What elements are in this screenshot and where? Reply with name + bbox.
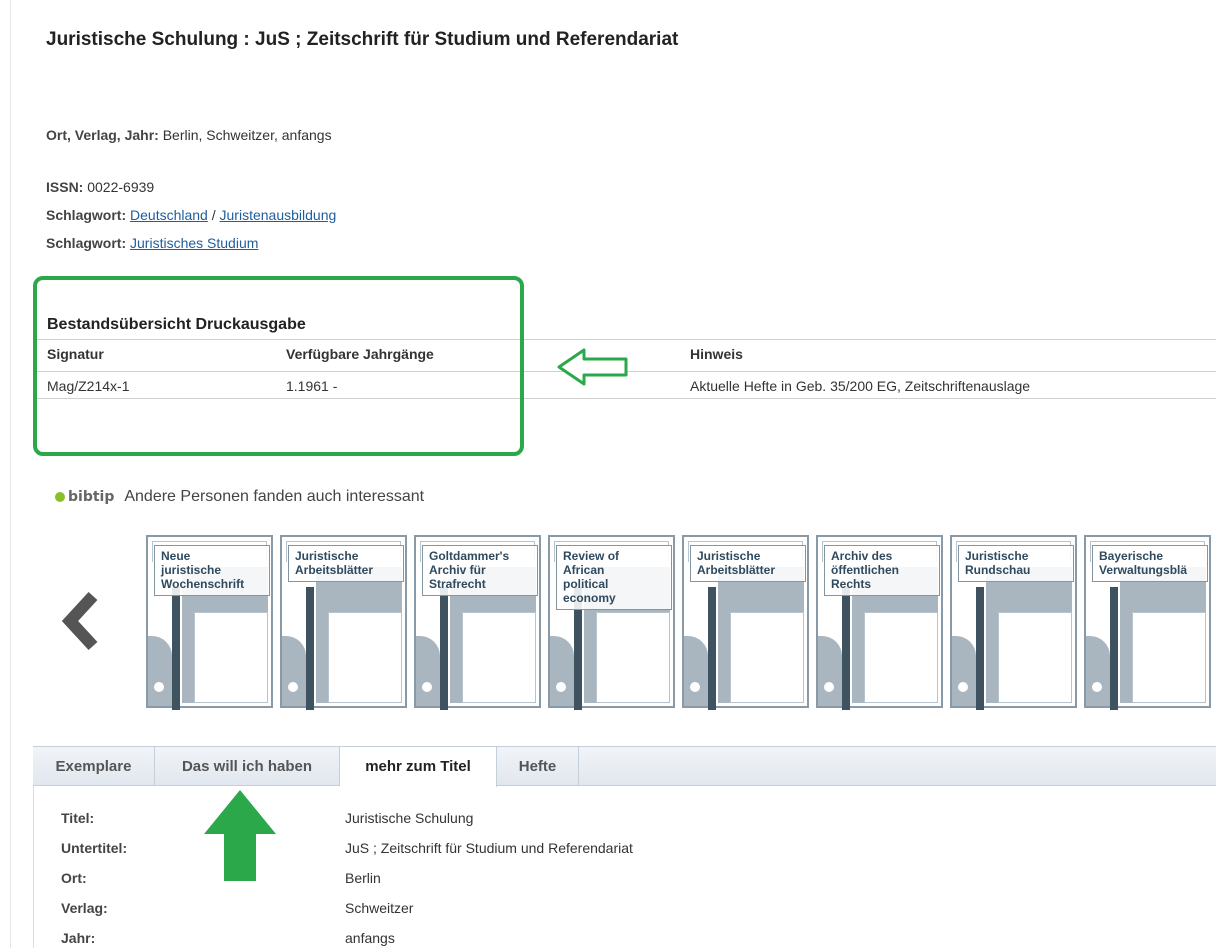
detail-key-ort: Ort: xyxy=(61,870,87,886)
detail-key-untertitel: Untertitel: xyxy=(61,840,128,856)
recommendation-carousel: Neue juristische Wochenschrift Juristisc… xyxy=(146,535,1216,710)
cover-ring xyxy=(282,636,306,706)
subject-link-deutschland[interactable]: Deutschland xyxy=(130,207,208,223)
cover-spine xyxy=(306,587,314,710)
subject-label: Schlagwort: xyxy=(46,235,127,251)
cover-ring xyxy=(148,636,172,706)
cover-shade xyxy=(584,612,596,703)
cover-panel xyxy=(998,612,1072,703)
cover-hole xyxy=(422,682,432,692)
subject-row: Schlagwort: Juristisches Studium xyxy=(46,235,258,251)
holdings-cell-hinweis: Aktuelle Hefte in Geb. 35/200 EG, Zeitsc… xyxy=(690,378,1031,394)
subject-link-juristisches-studium[interactable]: Juristisches Studium xyxy=(130,235,258,251)
page-left-border xyxy=(10,0,11,948)
cover-hole xyxy=(154,682,164,692)
tab-mehr-zum-titel[interactable]: mehr zum Titel xyxy=(340,747,497,787)
detail-value-verlag: Schweitzer xyxy=(345,900,414,916)
recommendations-header: bibtip Andere Personen fanden auch inter… xyxy=(55,488,424,506)
issn: ISSN: 0022-6939 xyxy=(46,179,154,195)
tab-das-will-ich-haben[interactable]: Das will ich haben xyxy=(155,747,340,786)
recommendation-item[interactable]: Neue juristische Wochenschrift xyxy=(146,535,273,710)
detail-value-untertitel: JuS ; Zeitschrift für Studium und Refere… xyxy=(345,840,633,856)
arrow-up-icon xyxy=(204,790,276,881)
recommendation-item[interactable]: Juristische Arbeitsblätter xyxy=(682,535,809,710)
recommendation-item[interactable]: Archiv des öffentlichen Rechts xyxy=(816,535,943,710)
recommendation-title: Review of African political economy xyxy=(556,545,672,610)
recommendation-item[interactable]: Review of African political economy xyxy=(548,535,675,710)
recommendation-item[interactable]: Juristische Rundschau xyxy=(950,535,1077,710)
cover-hole xyxy=(1092,682,1102,692)
cover-hole xyxy=(824,682,834,692)
publication-info-value: Berlin, Schweitzer, anfangs xyxy=(158,127,332,143)
holdings-header-hinweis: Hinweis xyxy=(690,346,743,362)
recommendation-title: Juristische Rundschau xyxy=(958,545,1074,582)
recommendation-item[interactable]: Juristische Arbeitsblätter xyxy=(280,535,407,710)
recommendation-title: Juristische Arbeitsblätter xyxy=(690,545,806,582)
subject-label: Schlagwort: xyxy=(46,207,127,223)
bibtip-dot-icon xyxy=(55,492,65,502)
recommendation-title: Neue juristische Wochenschrift xyxy=(154,545,270,596)
cover-panel xyxy=(730,612,804,703)
cover-spine xyxy=(172,587,180,710)
cover-shade xyxy=(986,612,998,703)
cover-panel xyxy=(328,612,402,703)
cover-hole xyxy=(556,682,566,692)
recommendation-item[interactable]: Goltdammer's Archiv für Strafrecht xyxy=(414,535,541,710)
cover-shade xyxy=(450,612,462,703)
cover-panel xyxy=(194,612,268,703)
subject-row: Schlagwort: Deutschland / Juristenausbil… xyxy=(46,207,336,223)
cover-hole xyxy=(690,682,700,692)
highlight-box xyxy=(33,276,524,456)
cover-spine xyxy=(440,587,448,710)
cover-ring xyxy=(684,636,708,706)
cover-panel xyxy=(864,612,938,703)
arrow-left-icon xyxy=(557,348,628,386)
bibtip-logo-text: bibtip xyxy=(68,489,115,505)
cover-spine xyxy=(708,587,716,710)
cover-shade xyxy=(182,612,194,703)
bibtip-logo: bibtip xyxy=(55,489,114,505)
detail-key-verlag: Verlag: xyxy=(61,900,108,916)
detail-key-titel: Titel: xyxy=(61,810,95,826)
publication-info: Ort, Verlag, Jahr: Berlin, Schweitzer, a… xyxy=(46,127,332,143)
issn-label: ISSN: xyxy=(46,179,84,195)
detail-value-jahr: anfangs xyxy=(345,930,395,946)
cover-ring xyxy=(818,636,842,706)
issn-value: 0022-6939 xyxy=(83,179,155,195)
detail-value-ort: Berlin xyxy=(345,870,381,886)
publication-info-label: Ort, Verlag, Jahr: xyxy=(46,127,159,143)
subject-link-juristenausbildung[interactable]: Juristenausbildung xyxy=(220,207,337,223)
cover-hole xyxy=(958,682,968,692)
cover-ring xyxy=(416,636,440,706)
tab-hefte[interactable]: Hefte xyxy=(497,747,579,786)
cover-ring xyxy=(1086,636,1110,706)
cover-shade xyxy=(1120,612,1132,703)
recommendation-title: Bayerische Verwaltungsblä xyxy=(1092,545,1208,582)
cover-panel xyxy=(596,612,670,703)
record-title: Juristische Schulung : JuS ; Zeitschrift… xyxy=(46,29,679,50)
cover-spine xyxy=(976,587,984,710)
recommendation-title: Goltdammer's Archiv für Strafrecht xyxy=(422,545,538,596)
cover-ring xyxy=(550,636,574,706)
detail-value-titel: Juristische Schulung xyxy=(345,810,474,826)
cover-panel xyxy=(1132,612,1206,703)
detail-key-jahr: Jahr: xyxy=(61,930,96,946)
recommendation-item[interactable]: Bayerische Verwaltungsblä xyxy=(1084,535,1211,710)
cover-spine xyxy=(842,587,850,710)
cover-shade xyxy=(316,612,328,703)
recommendation-title: Archiv des öffentlichen Rechts xyxy=(824,545,940,596)
tab-bar: Exemplare Das will ich haben mehr zum Ti… xyxy=(33,746,1216,787)
cover-shade xyxy=(852,612,864,703)
subject-separator: / xyxy=(207,207,220,223)
cover-shade xyxy=(718,612,730,703)
recommendation-title: Juristische Arbeitsblätter xyxy=(288,545,404,582)
tab-exemplare[interactable]: Exemplare xyxy=(33,747,155,786)
cover-panel xyxy=(462,612,536,703)
cover-ring xyxy=(952,636,976,706)
recommendations-heading: Andere Personen fanden auch interessant xyxy=(124,488,425,505)
cover-spine xyxy=(1110,587,1118,710)
cover-hole xyxy=(288,682,298,692)
chevron-left-icon[interactable] xyxy=(60,590,102,652)
